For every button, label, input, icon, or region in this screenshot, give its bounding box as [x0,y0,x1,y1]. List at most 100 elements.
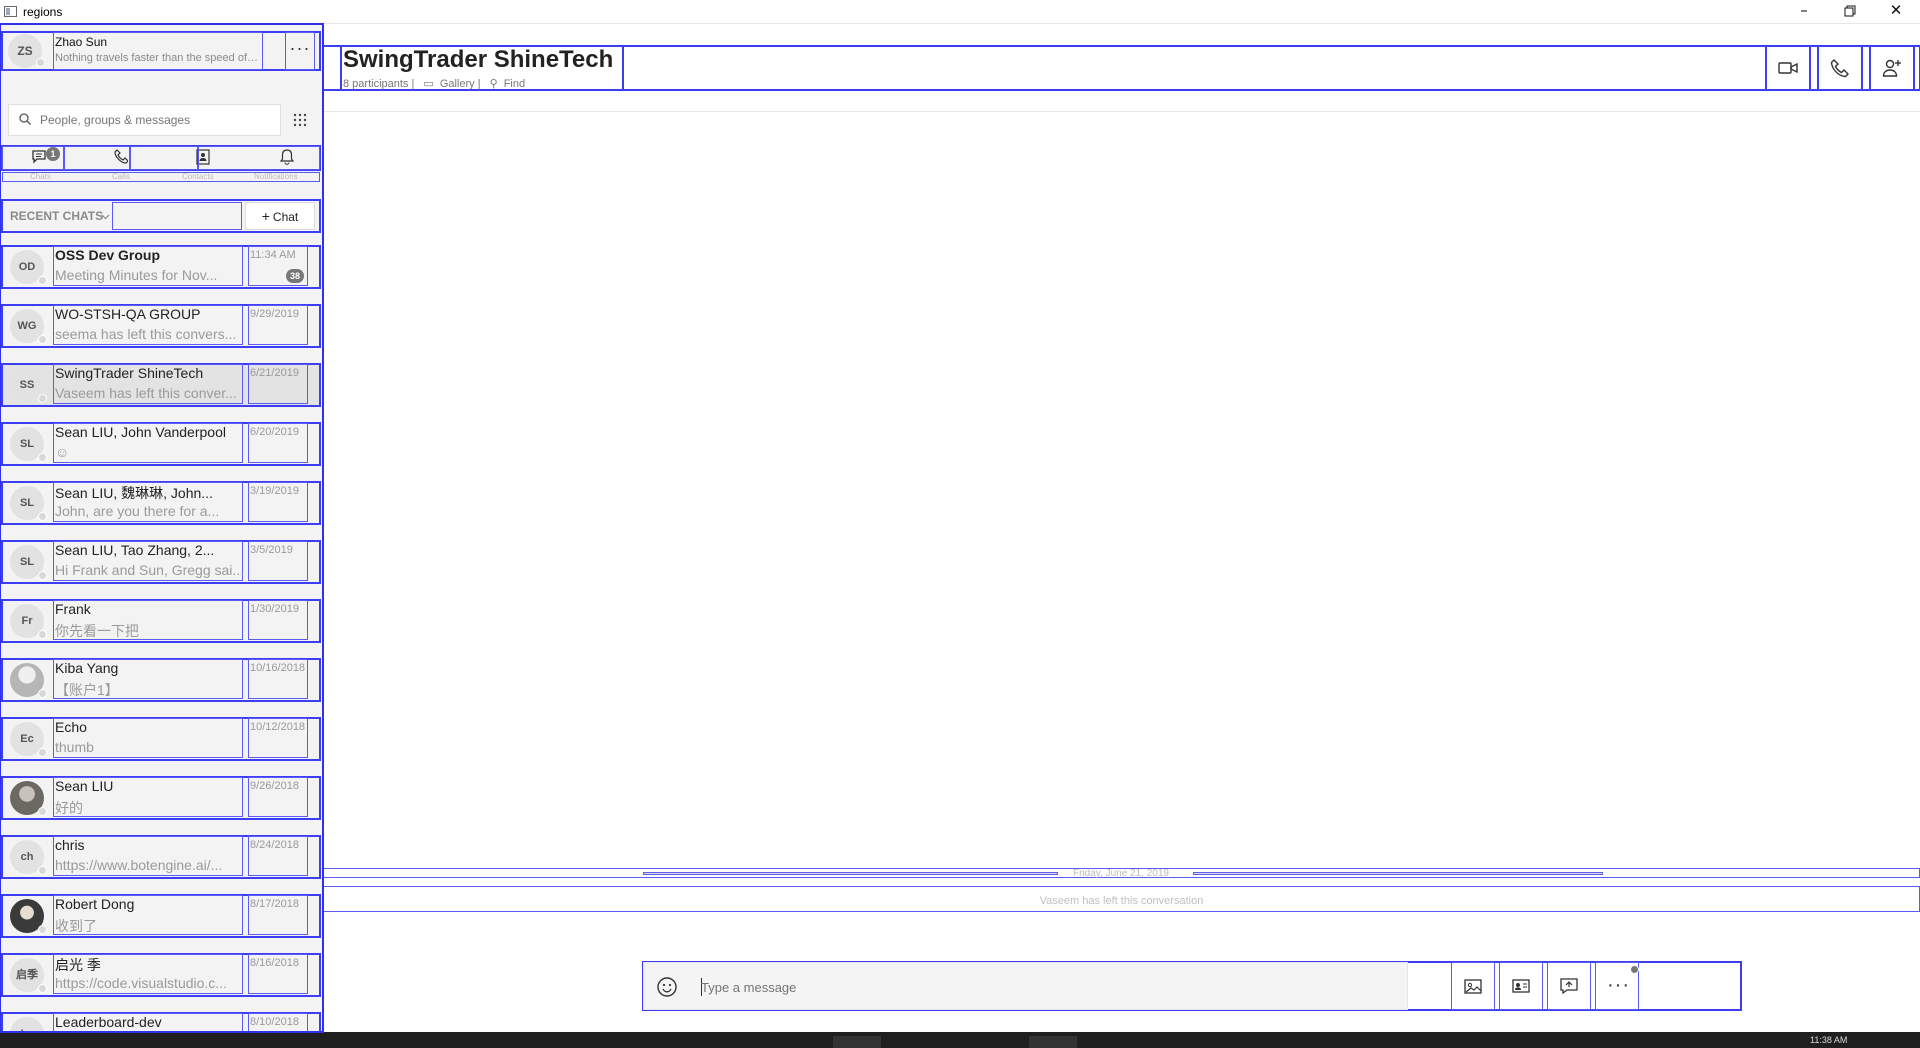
search-box[interactable] [8,104,281,136]
chat-list-item[interactable]: Ec Echo thumb 10/12/2018 [1,717,321,761]
taskbar-item[interactable] [1029,1036,1077,1048]
presence-dot [38,276,47,285]
recent-chats-header: RECENT CHATS + Chat [1,199,321,233]
tab-contacts[interactable] [130,146,210,170]
chat-name: Kiba Yang [55,660,119,676]
plus-icon: + [261,208,270,224]
chevron-down-icon[interactable] [101,214,110,220]
nav-tabs: 1 [1,145,321,171]
chat-preview: https://www.botengine.ai/... [55,857,223,873]
chat-list-item[interactable]: OD OSS Dev Group Meeting Minutes for Nov..… [1,245,321,289]
tab-chats[interactable]: 1 [2,146,64,170]
chat-avatar: Le [10,1017,44,1032]
notification-dot [1630,965,1639,974]
dialpad-icon[interactable] [286,106,314,134]
recent-chats-filter[interactable] [112,202,242,230]
video-icon [1778,62,1798,74]
new-chat-button[interactable]: + Chat [245,202,315,230]
audio-call-button[interactable] [1817,45,1863,91]
message-input-area[interactable] [643,962,1408,1010]
chat-list-item[interactable]: SS SwingTrader ShineTech Vaseem has left t… [1,363,321,407]
chat-name: 启光 季 [55,957,101,973]
chat-preview: John, are you there for a... [55,503,220,519]
chat-preview: 好的 [55,800,83,816]
chat-timestamp: 8/17/2018 [250,898,299,910]
tab-calls[interactable] [64,146,130,170]
taskbar: 11:38 AM [0,1032,1920,1048]
date-separator-text: Friday, June 21, 2019 [1073,868,1169,879]
close-icon[interactable]: ✕ [1873,0,1919,22]
date-line-right [1193,873,1603,874]
profile-area[interactable]: ZS Zhao Sun Nothing travels faster than … [1,31,321,71]
presence-dot [38,748,47,757]
chat-list-item[interactable]: Sean LIU 好的 9/26/2018 [1,776,321,820]
participants-link[interactable]: 8 participants | [343,78,414,90]
video-call-button[interactable] [1765,45,1811,91]
chat-name: Leaderboard-dev [55,1014,162,1030]
chat-list-item[interactable]: Fr Frank 你先看一下把 1/30/2019 [1,599,321,643]
chat-list-item[interactable]: LeLeaderboard-devhttps://developer.mozil… [1,1012,321,1032]
contact-card-icon [1512,979,1530,993]
chat-timestamp: 1/30/2019 [250,603,299,615]
presence-dot [38,512,47,521]
presence-dot [38,394,47,403]
presence-dot [38,689,47,698]
chat-list-item[interactable]: SL Sean LIU, John Vanderpool ☺ 6/20/2019 [1,422,321,466]
chat-list-item[interactable]: Robert Dong 收到了 8/17/2018 [1,894,321,938]
add-people-button[interactable] [1869,45,1915,91]
chat-preview: https://code.visualstudio.c... [55,975,227,991]
presence-dot [38,453,47,462]
send-contact-button[interactable] [1499,962,1543,1010]
presence-dot [38,335,47,344]
presence-dot [38,866,47,875]
chat-preview: 收到了 [55,918,97,934]
system-message: Vaseem has left this conversation [323,886,1920,912]
profile-name: Zhao Sun [55,35,108,49]
tab-label-chats: Chats [30,172,51,181]
chat-preview: seema has left this convers... [55,326,237,342]
chat-list-item[interactable]: ch chris https://www.botengine.ai/... 8/24/… [1,835,321,879]
find-link[interactable]: Find [504,78,525,90]
chat-preview: thumb [55,739,94,755]
more-options-icon[interactable]: ··· [285,32,315,70]
window-title: regions [23,5,63,19]
chat-preview: Vaseem has left this conver... [55,385,237,401]
header-divider [323,111,1920,112]
emoji-icon[interactable] [654,974,680,1000]
tab-label-calls: Calls [112,172,130,181]
gallery-link[interactable]: Gallery | [440,78,481,90]
phone-icon [114,149,128,164]
chat-timestamp: 6/21/2019 [250,367,299,379]
tab-notifications[interactable] [198,146,320,170]
chat-timestamp: 9/29/2019 [250,308,299,320]
chat-list-item[interactable]: SL Sean LIU, 魏琳琳, John... John, are you th… [1,481,321,525]
restore-icon[interactable] [1827,0,1873,22]
more-composer-options[interactable]: ··· [1595,962,1639,1010]
chat-preview: 你先看一下把 [55,623,139,639]
chat-timestamp: 6/20/2019 [250,426,299,438]
phone-icon [1830,59,1849,78]
minimize-icon[interactable]: – [1781,0,1827,22]
chat-list-item[interactable]: WG WO-STSH-QA GROUP seema has left this co… [1,304,321,348]
chat-list-item[interactable]: Kiba Yang 【账户1】 10/16/2018 [1,658,321,702]
chat-timestamp: 8/24/2018 [250,839,299,851]
profile-status: Nothing travels faster than the speed of… [55,52,260,64]
chat-list-item[interactable]: 启季 启光 季 https://code.visualstudio.c... 8/16… [1,953,321,997]
gallery-icon: ▭ [423,78,434,90]
screen-share-icon [1560,978,1578,995]
search-input[interactable] [9,105,280,135]
tab-label-notifications: Notifications [254,172,298,181]
screen-share-button[interactable] [1547,962,1591,1010]
chat-list-item[interactable]: SL Sean LIU, Tao Zhang, 2... Hi Frank and … [1,540,321,584]
taskbar-item[interactable] [833,1036,881,1048]
chat-name: Frank [55,601,91,617]
message-input[interactable] [701,975,1391,999]
chat-preview: ☺ [55,444,70,460]
send-image-button[interactable] [1451,962,1495,1010]
chat-timestamp: 11:34 AM [250,249,296,261]
new-chat-label: Chat [272,210,299,224]
add-person-icon [1882,59,1901,77]
conversation-subtitle: 8 participants | ▭ Gallery | ⚲ Find [343,77,531,90]
recent-chats-label[interactable]: RECENT CHATS [10,209,103,223]
conversation-pane: SwingTrader ShineTech 8 participants | ▭… [322,24,1920,1032]
